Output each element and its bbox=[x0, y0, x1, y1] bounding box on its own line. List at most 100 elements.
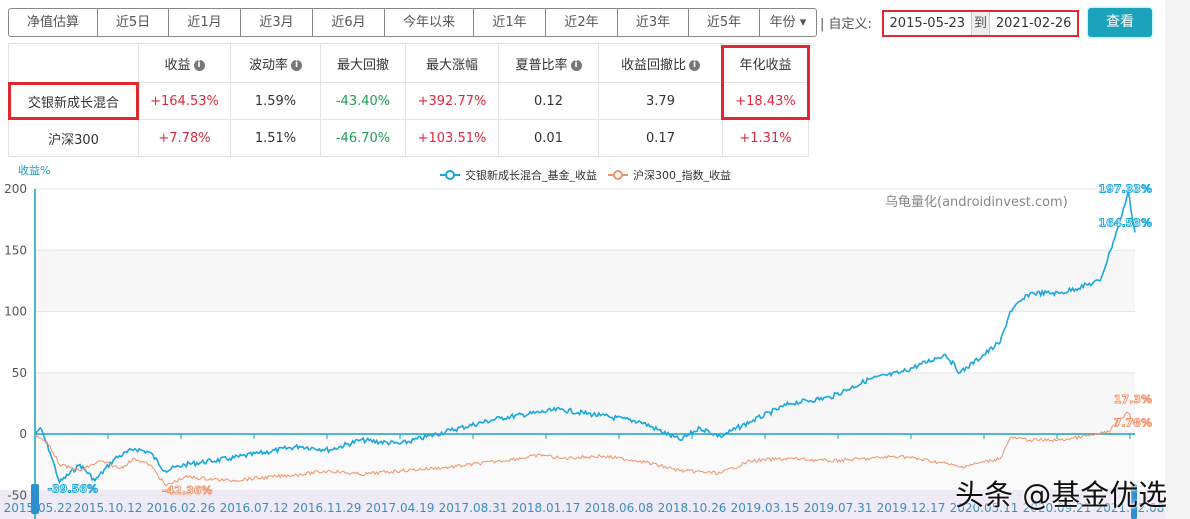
table-cell: +392.77% bbox=[405, 82, 499, 120]
table-cell: 沪深300 bbox=[8, 119, 139, 157]
x-tick-label: 2016.11.29 bbox=[293, 501, 362, 515]
info-icon[interactable]: i bbox=[689, 59, 700, 71]
cell-text: -43.40% bbox=[335, 93, 391, 109]
table-cell: +164.53% bbox=[138, 82, 231, 120]
data-label: -42.36% bbox=[162, 484, 212, 497]
table-cell: -46.70% bbox=[320, 119, 406, 157]
range-button[interactable]: 近1月 bbox=[169, 9, 241, 36]
cell-text: +164.53% bbox=[150, 93, 219, 109]
table-cell: -43.40% bbox=[320, 82, 406, 120]
cell-text: 3.79 bbox=[646, 93, 675, 109]
y-tick-label: 200 bbox=[4, 182, 27, 196]
x-tick-label: 2018.01.17 bbox=[512, 501, 581, 515]
column-header: 收益 i bbox=[138, 43, 231, 83]
legend-marker[interactable] bbox=[613, 170, 623, 180]
cell-text: 最大涨幅 bbox=[425, 57, 478, 73]
slider-handle-left[interactable] bbox=[31, 484, 39, 514]
column-header: 最大涨幅 bbox=[405, 43, 499, 83]
x-tick-label: 2019.07.31 bbox=[804, 501, 873, 515]
range-button[interactable]: 近6月 bbox=[313, 9, 385, 36]
cell-text: 收益回撤比 bbox=[620, 57, 686, 73]
y-tick-label: 0 bbox=[19, 427, 27, 441]
cell-text: 1.51% bbox=[254, 130, 297, 146]
y-axis-label: 收益% bbox=[18, 163, 50, 177]
info-icon[interactable]: i bbox=[291, 59, 302, 71]
cell-text: 0.12 bbox=[534, 93, 563, 109]
legend-label[interactable]: 沪深300_指数_收益 bbox=[633, 168, 731, 182]
to-label: 到 bbox=[970, 12, 991, 35]
table-cell: 1.59% bbox=[230, 82, 321, 120]
info-icon[interactable]: i bbox=[570, 59, 582, 71]
custom-range-label: | 自定义: bbox=[820, 17, 872, 32]
range-button[interactable]: 近2年 bbox=[546, 9, 618, 36]
column-header: 波动率 i bbox=[230, 43, 321, 83]
range-button[interactable]: 近3月 bbox=[241, 9, 313, 36]
table-cell: +7.78% bbox=[138, 119, 231, 157]
range-button[interactable]: 净值估算 bbox=[9, 9, 98, 36]
end-date-input[interactable]: 2021-02-26 bbox=[990, 12, 1077, 35]
table-cell: 1.51% bbox=[230, 119, 321, 157]
legend-marker[interactable] bbox=[445, 170, 455, 180]
column-header: 最大回撤 bbox=[320, 43, 406, 83]
plot-band bbox=[35, 372, 1135, 434]
data-label: -39.56% bbox=[48, 482, 98, 495]
cell-text: 1.59% bbox=[254, 93, 297, 109]
column-header: 夏普比率 i bbox=[498, 43, 599, 83]
return-chart: -50050100150200收益%2015.05.222015.10.1220… bbox=[0, 163, 1165, 519]
cell-text: +392.77% bbox=[417, 93, 487, 109]
annualized-return-highlight bbox=[721, 45, 810, 120]
cell-text: +7.78% bbox=[158, 130, 211, 146]
start-date-input[interactable]: 2015-05-23 bbox=[884, 12, 971, 35]
table-row: 沪深300 +7.78% 1.51% -46.70% +103.51% 0.01 0.17 +… bbox=[8, 119, 809, 157]
cell-text: +103.51% bbox=[417, 130, 487, 146]
table-cell: 0.12 bbox=[498, 82, 599, 120]
cell-text: 夏普比率 bbox=[515, 57, 568, 73]
x-tick-label: 2018.06.08 bbox=[585, 501, 654, 515]
x-tick-label: 2016.02.26 bbox=[147, 501, 216, 515]
y-tick-label: 50 bbox=[12, 366, 27, 380]
column-header bbox=[8, 43, 139, 83]
range-button[interactable]: 近1年 bbox=[474, 9, 546, 36]
range-button[interactable]: 年份 ▾ bbox=[760, 9, 816, 36]
data-label: 197.33% bbox=[1099, 182, 1152, 195]
legend-label[interactable]: 交银新成长混合_基金_收益 bbox=[465, 168, 597, 182]
range-button[interactable]: 近3年 bbox=[618, 9, 689, 36]
plot-band bbox=[35, 250, 1135, 312]
info-icon[interactable]: i bbox=[193, 59, 205, 71]
x-tick-label: 2019.12.17 bbox=[877, 501, 946, 515]
x-tick-label: 2016.07.12 bbox=[220, 501, 289, 515]
range-button[interactable]: 今年以来 bbox=[385, 9, 474, 36]
page-watermark: 头条 @基金优选 bbox=[955, 478, 1168, 512]
table-cell: 3.79 bbox=[598, 82, 723, 120]
range-button-group: 净值估算 近5日 近1月 近3月 近6月 今年以来 近1年 近2年 近3年 近5年 年份 ▾ bbox=[8, 8, 817, 37]
column-header: 收益回撤比 i bbox=[598, 43, 723, 83]
x-tick-label: 2018.10.26 bbox=[658, 501, 727, 515]
table-header-row: 收益 i 波动率 i 最大回撤 最大涨幅 夏普比率 i 收益回撤比 i 年化收益 bbox=[8, 43, 809, 83]
y-tick-label: 150 bbox=[4, 243, 27, 257]
cell-text: -46.70% bbox=[335, 130, 391, 146]
x-tick-label: 2019.03.15 bbox=[731, 501, 800, 515]
table-cell: 0.01 bbox=[498, 119, 599, 157]
query-button[interactable]: 查看 bbox=[1088, 8, 1152, 37]
table-cell: +1.31% bbox=[722, 119, 809, 157]
x-tick-label: 2015.10.12 bbox=[74, 501, 143, 515]
cell-text: 最大回撤 bbox=[336, 57, 389, 73]
data-label: 7.78% bbox=[1114, 416, 1152, 429]
x-tick-label: 2017.04.19 bbox=[366, 501, 435, 515]
fund-name-highlight bbox=[8, 82, 139, 120]
page-scroll-gutter bbox=[1165, 0, 1190, 519]
table-cell: 0.17 bbox=[598, 119, 723, 157]
table-cell: +103.51% bbox=[405, 119, 499, 157]
cell-text: +1.31% bbox=[739, 130, 792, 146]
cell-text: 0.17 bbox=[646, 130, 675, 146]
y-tick-label: 100 bbox=[4, 305, 27, 319]
range-button[interactable]: 近5日 bbox=[98, 9, 169, 36]
date-range-picker: 2015-05-23 到 2021-02-26 bbox=[882, 10, 1079, 37]
cell-text: 波动率 bbox=[248, 57, 288, 73]
cell-text: 沪深300 bbox=[48, 132, 99, 148]
data-label: 17.3% bbox=[1114, 393, 1152, 406]
cell-text: 0.01 bbox=[534, 130, 563, 146]
cell-text: 收益 bbox=[164, 57, 191, 73]
x-tick-label: 2017.08.31 bbox=[439, 501, 508, 515]
range-button[interactable]: 近5年 bbox=[689, 9, 760, 36]
